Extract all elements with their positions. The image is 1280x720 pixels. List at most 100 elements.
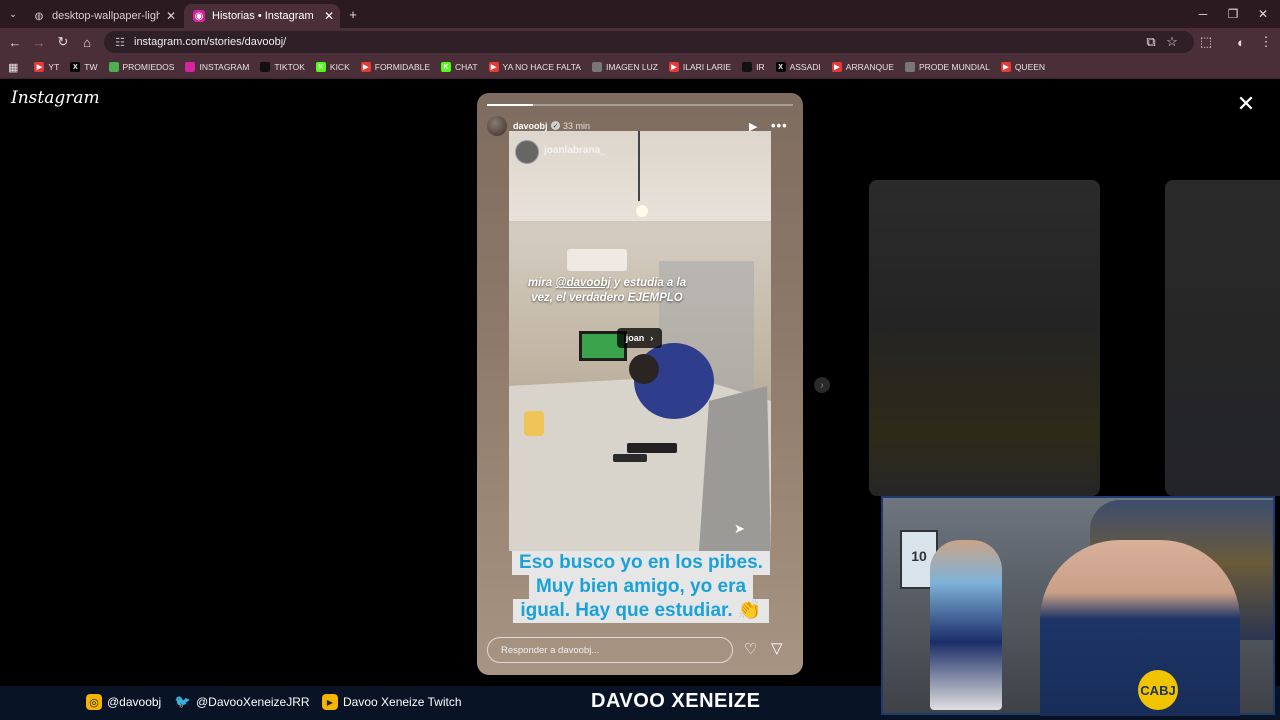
kick-icon: K <box>441 62 452 72</box>
bookmark-promiedos[interactable]: PROMIEDOS <box>108 62 175 72</box>
social-handle: Davoo Xeneize Twitch <box>343 695 462 709</box>
bookmark-label: PROMIEDOS <box>122 62 175 72</box>
tab-title: Historias • Instagram <box>212 10 314 22</box>
profile-icon[interactable]: ◐ <box>1230 31 1252 53</box>
bookmark-label: ARRANQUE <box>845 62 894 72</box>
bookmark-label: TW <box>84 62 98 72</box>
close-tab-icon[interactable]: ✕ <box>160 9 182 23</box>
story-caption: mira @davoobj y estudia a la vez, el ver… <box>527 276 687 306</box>
next-story-preview[interactable] <box>869 180 1100 496</box>
youtube-icon: ▶ <box>488 62 499 72</box>
next-story-arrow-icon[interactable]: › <box>814 377 830 393</box>
site-settings-icon[interactable]: ☷ <box>112 36 128 49</box>
bookmark-label: PRODE MUNDIAL <box>918 62 990 72</box>
tab-instagram[interactable]: ◉ Historias • Instagram ✕ <box>184 4 340 28</box>
bookmark-label: QUEEN <box>1014 62 1046 72</box>
close-tab-icon[interactable]: ✕ <box>318 9 340 23</box>
bookmark-label: KICK <box>329 62 350 72</box>
avatar[interactable] <box>487 116 507 136</box>
reload-icon[interactable]: ↻ <box>52 31 74 53</box>
social-handle: @DavooXeneizeJRR <box>196 695 310 709</box>
bookmark-label: CHAT <box>455 62 478 72</box>
reply-input[interactable]: Responder a davoobj... <box>487 637 733 663</box>
caption-prefix: mira <box>527 277 556 289</box>
bookmark-yt[interactable]: ▶ YT <box>34 62 59 72</box>
bookmark-label: ILARI LARIE <box>682 62 732 72</box>
bookmark-ya-no-hace-falta[interactable]: ▶ YA NO HACE FALTA <box>488 62 581 72</box>
bookmark-formidable[interactable]: ▶ FORMIDABLE <box>360 62 430 72</box>
play-icon[interactable]: ▶ <box>749 120 757 133</box>
home-icon[interactable]: ⌂ <box>76 31 98 53</box>
bookmark-kick[interactable]: K KICK <box>315 62 350 72</box>
globe-icon <box>904 62 915 72</box>
new-tab-button[interactable]: + <box>342 3 364 25</box>
bookmark-queen[interactable]: ▶ QUEEN <box>1000 62 1046 72</box>
extensions-icon[interactable]: ⬚ <box>1195 31 1217 53</box>
bookmark-tiktok[interactable]: TIKTOK <box>260 62 305 72</box>
bookmark-tw[interactable]: X TW <box>70 62 98 72</box>
twitter-icon: 🐦 <box>174 694 192 709</box>
more-options-icon[interactable]: ••• <box>771 118 788 133</box>
address-bar[interactable]: ☷ instagram.com/stories/davoobj/ <box>104 31 1194 53</box>
streamer-brand: DAVOO XENEIZE <box>591 690 761 712</box>
youtube-icon: ▶ <box>1000 62 1011 72</box>
bookmark-instagram[interactable]: INSTAGRAM <box>185 62 249 72</box>
bookmark-label: TIKTOK <box>274 62 305 72</box>
instagram-logo[interactable]: Instagram <box>11 88 100 108</box>
social-youtube: ▶ Davoo Xeneize Twitch <box>322 694 462 710</box>
text-sticker: Eso busco yo en los pibes. Muy bien amig… <box>503 551 779 631</box>
bookmark-ir[interactable]: IR <box>742 62 765 72</box>
globe-icon: ◍ <box>34 10 44 22</box>
sticker-line: Muy bien amigo, yo era <box>528 575 754 599</box>
youtube-icon: ▶ <box>668 62 679 72</box>
caption-mention[interactable]: @davoobj <box>555 277 610 289</box>
bookmark-ilari-larie[interactable]: ▶ ILARI LARIE <box>668 62 732 72</box>
youtube-icon: ▶ <box>322 694 338 710</box>
tab-wallpaper[interactable]: ◍ desktop-wallpaper-light-yellow ✕ <box>24 4 182 28</box>
tab-search-icon[interactable]: ⌄ <box>4 4 22 24</box>
install-app-icon[interactable]: ⧉ <box>1140 31 1162 53</box>
menu-icon[interactable]: ⋮ <box>1255 31 1277 53</box>
user-tag-pill[interactable]: joan › <box>617 328 662 348</box>
bookmark-arranque[interactable]: ▶ ARRANQUE <box>831 62 894 72</box>
social-instagram: ◎ @davoobj <box>86 694 161 710</box>
promiedos-icon <box>108 62 119 72</box>
bookmark-star-icon[interactable]: ☆ <box>1161 31 1183 53</box>
instagram-icon: ◎ <box>86 694 102 710</box>
chevron-right-icon: › <box>650 333 654 343</box>
reposted-username[interactable]: joanlabrana_ <box>544 145 606 156</box>
user-tag-label: joan <box>625 333 645 343</box>
instagram-icon <box>185 62 196 72</box>
restore-icon[interactable]: ❐ <box>1216 4 1250 24</box>
url-text: instagram.com/stories/davoobj/ <box>134 36 287 48</box>
youtube-icon: ▶ <box>360 62 371 72</box>
window-close-icon[interactable]: ✕ <box>1246 4 1280 24</box>
reposted-avatar[interactable] <box>515 140 539 164</box>
kick-icon: K <box>315 62 326 72</box>
bookmark-assadi[interactable]: X ASSADI <box>775 62 821 72</box>
reply-placeholder: Responder a davoobj... <box>501 644 600 656</box>
minimize-icon[interactable]: ─ <box>1186 4 1220 24</box>
social-twitter: 🐦 @DavooXeneizeJRR <box>175 694 310 710</box>
close-story-icon[interactable]: ✕ <box>1234 91 1258 116</box>
sticker-line: igual. Hay que estudiar. 👏 <box>513 599 769 623</box>
youtube-icon: ▶ <box>34 62 45 72</box>
forward-icon[interactable]: → <box>28 31 50 53</box>
club-logo: CABJ <box>1138 670 1178 710</box>
bookmark-chat[interactable]: K CHAT <box>441 62 478 72</box>
apps-icon[interactable]: ▦ <box>8 61 18 74</box>
bookmark-label: IR <box>756 62 765 72</box>
bookmark-imagen-luz[interactable]: IMAGEN LUZ <box>591 62 658 72</box>
story-progress-fill <box>487 104 533 106</box>
next-story-preview[interactable] <box>1165 180 1280 496</box>
tiktok-icon <box>260 62 271 72</box>
back-icon[interactable]: ← <box>4 31 26 53</box>
send-icon[interactable]: ▽ <box>771 639 783 657</box>
bookmark-label: YA NO HACE FALTA <box>502 62 581 72</box>
heart-icon[interactable]: ♡ <box>744 640 757 658</box>
x-icon: X <box>70 62 81 72</box>
story-username[interactable]: davoobj <box>513 121 548 131</box>
bookmark-label: INSTAGRAM <box>199 62 250 72</box>
bookmark-prode-mundial[interactable]: PRODE MUNDIAL <box>904 62 990 72</box>
story-time-ago: 33 min <box>563 121 591 131</box>
